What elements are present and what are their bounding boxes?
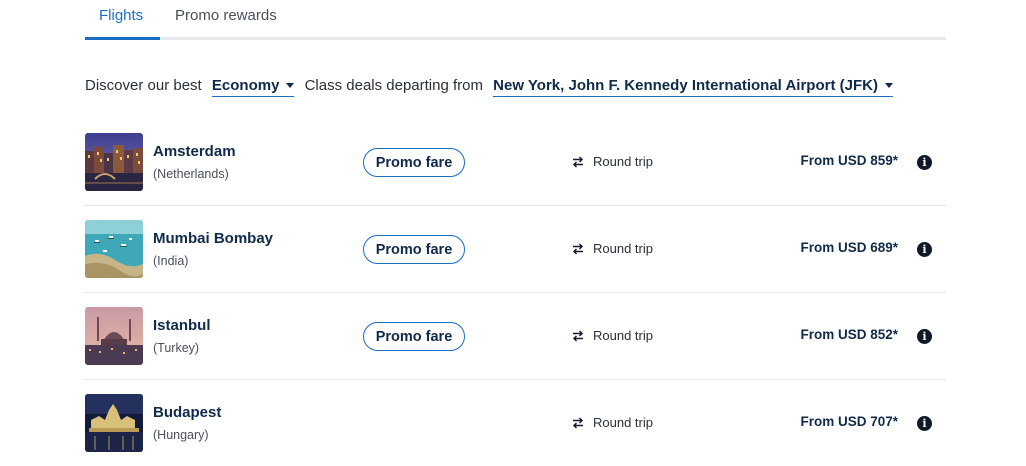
budapest-thumbnail — [85, 394, 143, 452]
trip-type: Round trip — [571, 328, 653, 343]
fare-price: From USD 852* — [800, 327, 898, 342]
deal-row-budapest[interactable]: Budapest (Hungary) Round trip From USD 7… — [85, 380, 946, 466]
info-icon[interactable]: i — [917, 155, 932, 170]
trip-type-label: Round trip — [593, 415, 653, 430]
trip-type: Round trip — [571, 241, 653, 256]
destination-country: (Turkey) — [153, 341, 200, 355]
round-trip-arrows-icon — [572, 155, 584, 168]
destination-country: (India) — [153, 254, 189, 268]
deal-row-istanbul[interactable]: Istanbul (Turkey) Promo fare Round trip … — [85, 293, 946, 380]
deals-list: Amsterdam (Netherlands) Promo fare Round… — [85, 119, 946, 466]
tab-bar: Flights Promo rewards — [85, 0, 946, 42]
destination-city: Istanbul — [153, 317, 211, 334]
filter-middle: Class deals departing from — [304, 77, 483, 94]
deal-row-mumbai[interactable]: Mumbai Bombay (India) Promo fare Round t… — [85, 206, 946, 293]
trip-type: Round trip — [571, 415, 653, 430]
destination-country: (Netherlands) — [153, 167, 229, 181]
info-icon[interactable]: i — [917, 329, 932, 344]
tab-promo-rewards[interactable]: Promo rewards — [175, 7, 277, 24]
chevron-down-icon — [884, 82, 893, 88]
round-trip-arrows-icon — [572, 242, 584, 255]
cabin-class-value: Economy — [211, 77, 280, 94]
amsterdam-thumbnail — [85, 133, 143, 191]
trip-type-label: Round trip — [593, 241, 653, 256]
trip-type: Round trip — [571, 154, 653, 169]
fare-price: From USD 859* — [800, 153, 898, 168]
departure-airport-select[interactable]: New York, John F. Kennedy International … — [493, 77, 893, 97]
mumbai-thumbnail — [85, 220, 143, 278]
destination-city: Amsterdam — [153, 143, 236, 160]
deal-row-amsterdam[interactable]: Amsterdam (Netherlands) Promo fare Round… — [85, 119, 946, 206]
filter-prefix: Discover our best — [85, 77, 202, 94]
info-icon[interactable]: i — [917, 242, 932, 257]
promo-fare-badge[interactable]: Promo fare — [363, 148, 465, 177]
fare-price: From USD 707* — [800, 414, 898, 429]
deals-filter-sentence: Discover our best Economy Class deals de… — [85, 77, 897, 97]
round-trip-arrows-icon — [572, 416, 584, 429]
tab-bar-divider — [85, 37, 946, 40]
cabin-class-select[interactable]: Economy — [211, 77, 295, 97]
promo-fare-badge[interactable]: Promo fare — [363, 322, 465, 351]
departure-airport-value: New York, John F. Kennedy International … — [493, 77, 878, 94]
destination-country: (Hungary) — [153, 428, 209, 442]
chevron-down-icon — [286, 82, 295, 88]
destination-city: Mumbai Bombay — [153, 230, 274, 247]
info-icon[interactable]: i — [917, 416, 932, 431]
round-trip-arrows-icon — [572, 329, 584, 342]
istanbul-thumbnail — [85, 307, 143, 365]
active-tab-indicator — [85, 37, 160, 40]
trip-type-label: Round trip — [593, 328, 653, 343]
trip-type-label: Round trip — [593, 154, 653, 169]
promo-fare-badge[interactable]: Promo fare — [363, 235, 465, 264]
tab-flights[interactable]: Flights — [99, 7, 143, 24]
destination-city: Budapest — [153, 404, 222, 421]
fare-price: From USD 689* — [800, 240, 898, 255]
